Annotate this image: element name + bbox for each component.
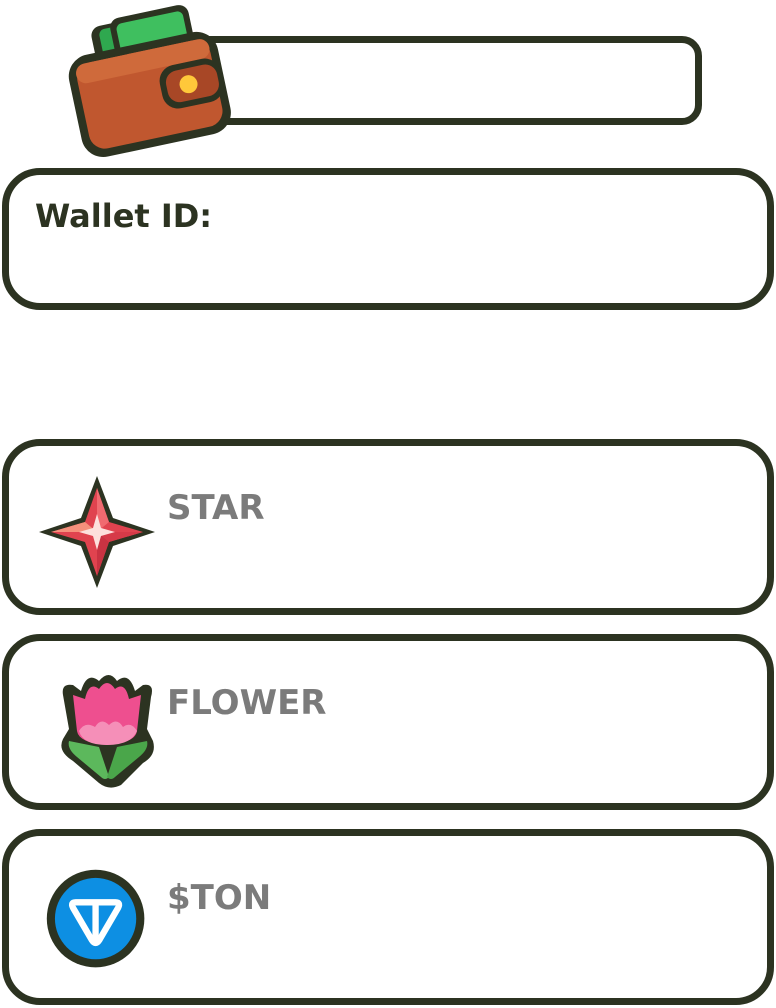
wallet-icon xyxy=(68,5,231,158)
token-name: STAR xyxy=(167,488,265,528)
ton-icon xyxy=(46,869,145,968)
wallet-screen: Wallet ID: STAR FLOWER $TON xyxy=(0,0,776,1008)
star-icon xyxy=(39,476,155,588)
wallet-address-bar[interactable] xyxy=(186,36,702,125)
token-row-ton[interactable]: $TON xyxy=(2,829,774,1005)
token-name: $TON xyxy=(167,878,272,918)
flower-icon xyxy=(61,675,154,788)
token-row-star[interactable]: STAR xyxy=(2,439,774,615)
token-name: FLOWER xyxy=(167,683,327,723)
token-row-flower[interactable]: FLOWER xyxy=(2,634,774,810)
wallet-id-label: Wallet ID: xyxy=(35,197,213,235)
wallet-id-panel[interactable]: Wallet ID: xyxy=(2,168,774,310)
